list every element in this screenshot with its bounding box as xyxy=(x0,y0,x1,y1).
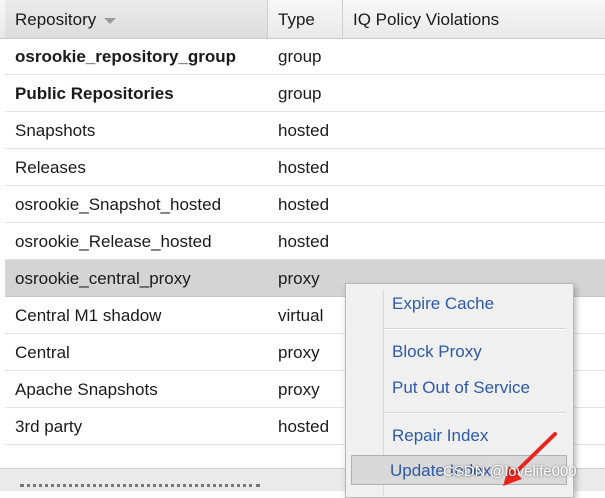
red-arrow-icon xyxy=(503,432,557,486)
watermark: CSDN @lovelife000 xyxy=(443,463,577,480)
